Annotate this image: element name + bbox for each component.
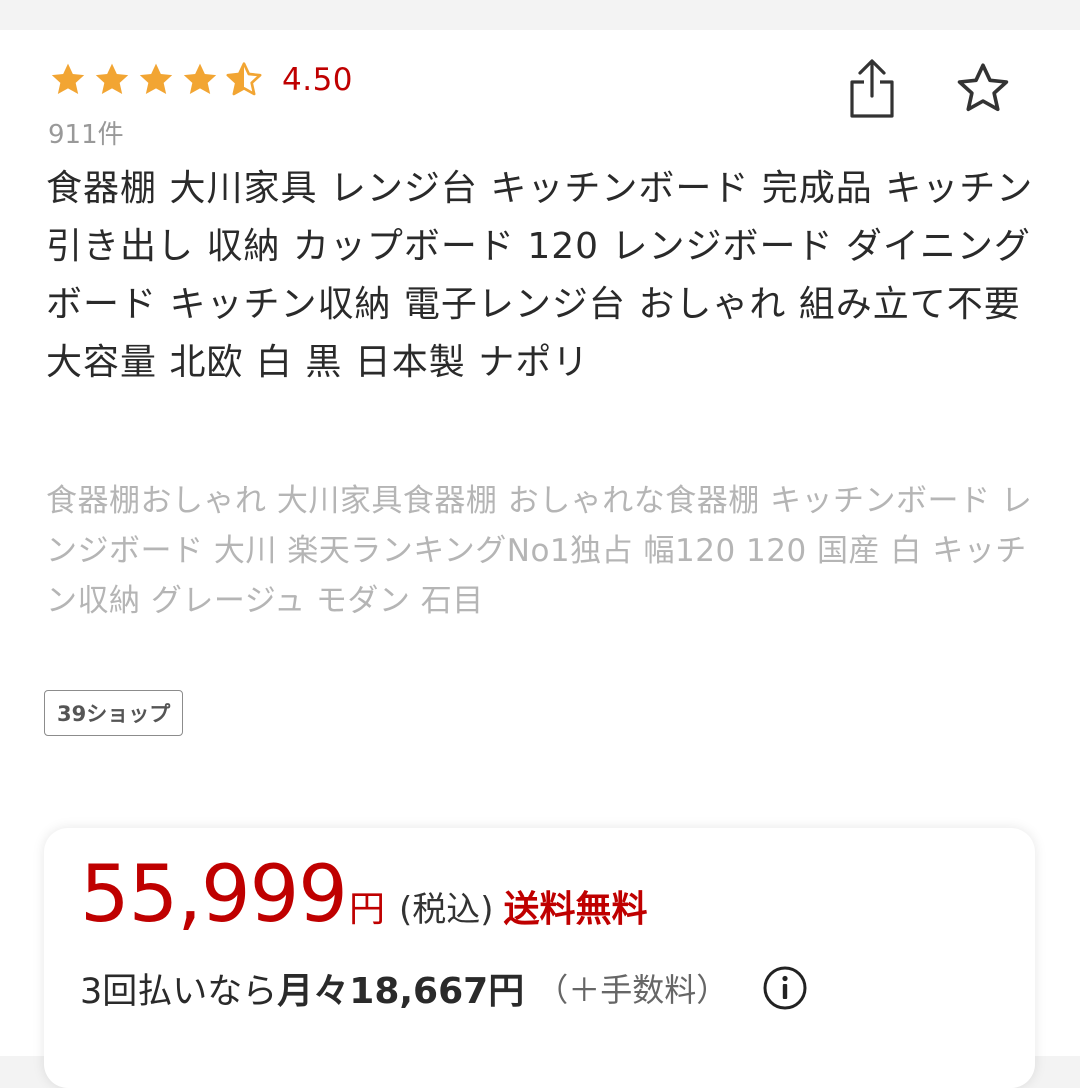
rating-row[interactable]: 4.50 (48, 58, 353, 102)
product-title: 食器棚 大川家具 レンジ台 キッチンボード 完成品 キッチン 引き出し 収納 カ… (46, 168, 1034, 383)
review-count[interactable]: 911件 (48, 114, 124, 151)
installment-line: 3回払いなら 月々18,667円 （＋手数料） (80, 962, 808, 1014)
tax-label: (税込) (398, 890, 494, 930)
product-info-section: 4.50 911件 食器棚 大川家具 レンジ台 キッチンボード 完成品 キッチン… (0, 30, 1080, 1088)
price-card: 55,999 円 (税込) 送料無料 3回払いなら 月々18,667円 （＋手数… (44, 828, 1035, 1088)
star-outline-icon (957, 63, 1009, 112)
info-icon[interactable] (762, 965, 808, 1011)
favorite-button[interactable] (953, 60, 1013, 118)
shop-badge-39[interactable]: 39ショップ (44, 690, 184, 736)
rating-value: 4.50 (282, 62, 354, 98)
star-full-icon (95, 63, 129, 94)
installment-amount: 月々18,667円 (277, 971, 525, 1012)
star-full-icon (51, 63, 85, 94)
price-yen: 円 (348, 889, 385, 930)
price-amount: 55,999 (80, 850, 348, 940)
share-icon (850, 59, 894, 118)
catch-copy: 食器棚おしゃれ 大川家具食器棚 おしゃれな食器棚 キッチンボード レンジボード … (46, 483, 1033, 619)
rating-stars (48, 60, 268, 100)
star-half-icon (226, 62, 262, 96)
top-background-strip (0, 0, 1080, 30)
star-full-icon (139, 63, 173, 94)
installment-prefix: 3回払いなら (80, 971, 278, 1012)
star-full-icon (183, 63, 217, 94)
price-line: 55,999 円 (税込) 送料無料 (80, 850, 648, 940)
installment-fee: （＋手数料） (536, 971, 729, 1009)
share-button[interactable] (846, 56, 898, 120)
free-shipping-label: 送料無料 (503, 889, 648, 930)
